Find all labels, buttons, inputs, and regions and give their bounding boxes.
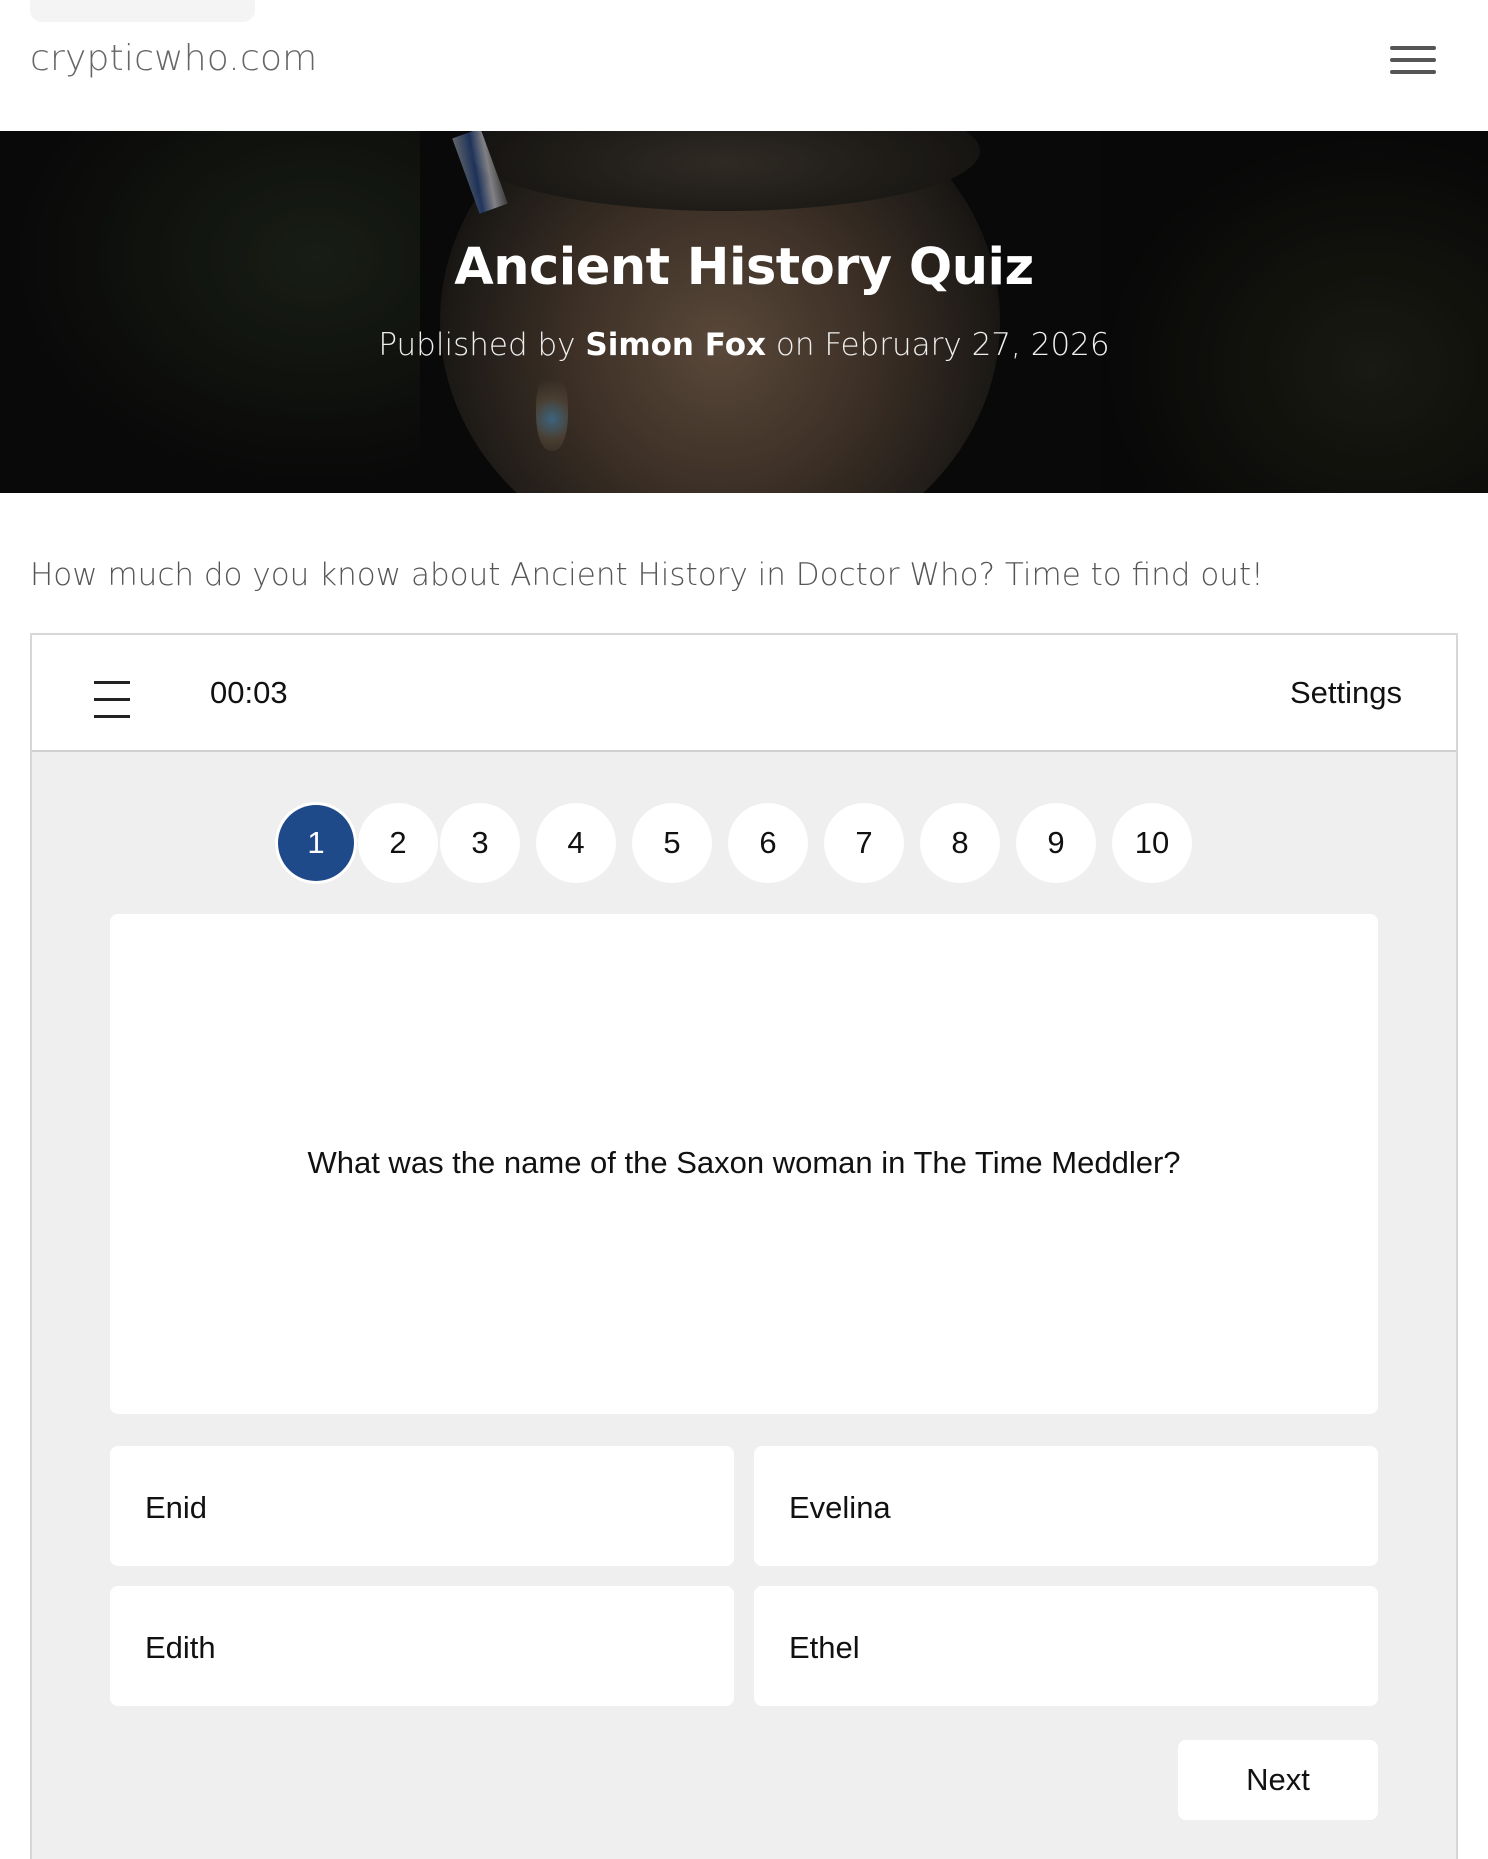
published-prefix: Published by [378, 327, 576, 363]
answer-option-1[interactable]: Enid [110, 1446, 734, 1566]
answer-option-2[interactable]: Evelina [754, 1446, 1378, 1566]
site-header: crypticwho.com [0, 0, 1488, 131]
top-tab-decoration [30, 0, 255, 22]
question-number-9[interactable]: 9 [1016, 803, 1096, 883]
settings-button[interactable]: Settings [1290, 675, 1402, 711]
question-number-7[interactable]: 7 [824, 803, 904, 883]
question-text: What was the name of the Saxon woman in … [307, 1145, 1181, 1180]
question-number-3[interactable]: 3 [440, 803, 520, 883]
answer-label: Enid [145, 1490, 208, 1525]
publish-info: Published by Simon Fox on February 27, 2… [0, 327, 1488, 363]
quiz-toolbar: 00:03 Settings [32, 635, 1456, 752]
author-name[interactable]: Simon Fox [585, 327, 766, 363]
answer-option-4[interactable]: Ethel [754, 1586, 1378, 1706]
answer-label: Edith [145, 1630, 216, 1665]
question-navigator: 1 2 3 4 5 6 7 8 9 10 [32, 803, 1456, 883]
question-card: What was the name of the Saxon woman in … [110, 914, 1378, 1414]
quiz-timer: 00:03 [210, 675, 288, 710]
page-title: Ancient History Quiz [454, 238, 1034, 297]
answer-label: Ethel [789, 1630, 860, 1665]
quiz-menu-icon[interactable] [94, 681, 130, 719]
hamburger-menu-icon[interactable] [1390, 44, 1438, 78]
question-number-2[interactable]: 2 [358, 803, 438, 883]
intro-text: How much do you know about Ancient Histo… [30, 557, 1264, 593]
question-number-8[interactable]: 8 [920, 803, 1000, 883]
question-number-6[interactable]: 6 [728, 803, 808, 883]
question-number-5[interactable]: 5 [632, 803, 712, 883]
next-button[interactable]: Next [1178, 1740, 1378, 1820]
answer-label: Evelina [789, 1490, 891, 1525]
hero-banner: Ancient History Quiz Published by Simon … [0, 131, 1488, 493]
question-number-10[interactable]: 10 [1112, 803, 1192, 883]
question-number-1[interactable]: 1 [278, 805, 354, 881]
site-name[interactable]: crypticwho.com [30, 38, 317, 79]
publish-date: on February 27, 2026 [775, 327, 1110, 363]
question-number-4[interactable]: 4 [536, 803, 616, 883]
quiz-widget: 00:03 Settings 1 2 3 4 5 6 7 8 9 10 What… [30, 633, 1458, 1859]
answer-option-3[interactable]: Edith [110, 1586, 734, 1706]
